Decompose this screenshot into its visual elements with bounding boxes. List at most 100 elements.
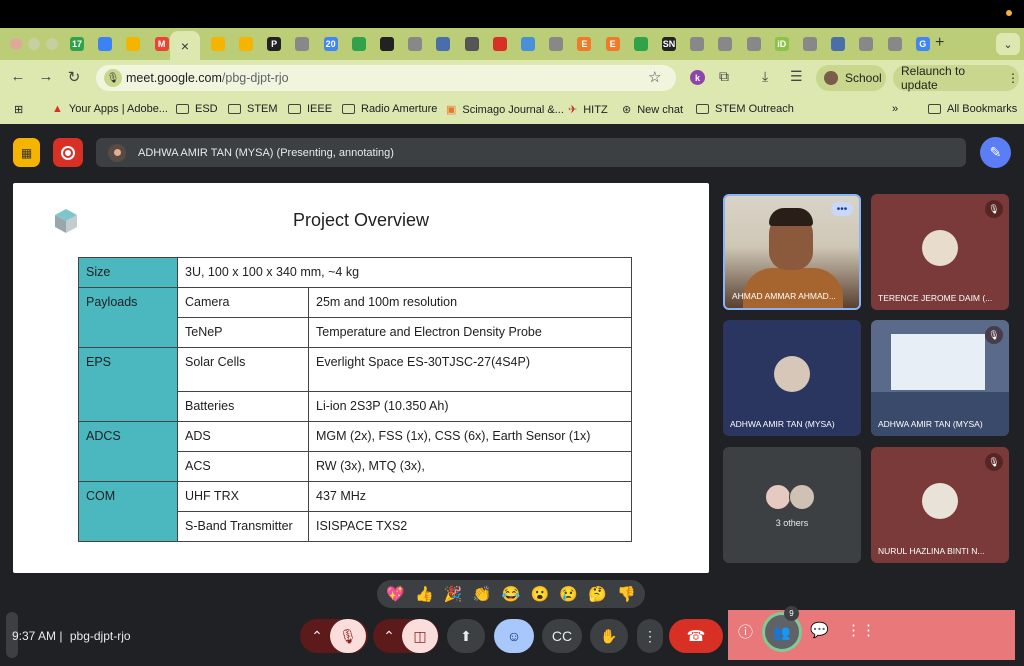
bookmark-item[interactable]: IEEE (288, 103, 332, 115)
bookmark-item[interactable]: ESD (176, 103, 218, 115)
more-options-button[interactable]: ⋮ (637, 619, 663, 653)
reaction-emoji[interactable]: 👏 (473, 585, 492, 603)
back-button[interactable]: ← (8, 68, 28, 85)
tab-icon (887, 37, 902, 51)
url-text[interactable]: meet.google.com/pbg-djpt-rjo (126, 71, 289, 85)
tab-23[interactable] (741, 33, 767, 55)
tab-20[interactable]: SN (656, 33, 682, 55)
participant-tile-nurul[interactable]: 🎙 NURUL HAZLINA BINTI N... (871, 447, 1009, 563)
stop-presenting-button[interactable]: ▦ (13, 138, 40, 167)
tab-10[interactable] (374, 33, 400, 55)
bookmark-item[interactable]: STEM (228, 103, 278, 115)
apps-grid-icon[interactable]: ⊞ (14, 103, 23, 116)
media-control-icon[interactable]: ☰ (790, 68, 803, 85)
bookmarks-overflow-button[interactable]: » (892, 103, 898, 115)
site-info-icon[interactable]: 🎙 (104, 69, 122, 87)
tab-11[interactable] (402, 33, 428, 55)
slides-icon (126, 37, 141, 51)
activities-grid-icon[interactable]: ⋮⋮ (846, 621, 876, 639)
participant-tile-others[interactable]: 3 others (723, 447, 861, 563)
tab-25[interactable] (797, 33, 823, 55)
tab-16[interactable] (543, 33, 569, 55)
tab-6[interactable]: P (261, 33, 287, 55)
camera-options-chevron-icon[interactable]: ⌃ (378, 619, 400, 653)
reload-button[interactable]: ↻ (64, 68, 84, 86)
bookmark-item[interactable]: Radio Amerture (342, 103, 437, 115)
participant-tile-ahmad[interactable]: ••• AHMAD AMMAR AHMAD... (723, 194, 861, 310)
reaction-emoji[interactable]: 😢 (559, 585, 578, 603)
reaction-emoji[interactable]: 👍 (415, 585, 434, 603)
bookmark-item[interactable]: ✈ HITZ (568, 103, 608, 117)
zoom-window-button[interactable] (46, 38, 58, 50)
tab-22[interactable] (712, 33, 738, 55)
participant-tile-terence[interactable]: 🎙 TERENCE JEROME DAIM (... (871, 194, 1009, 310)
tab-search-button[interactable]: ⌄ (996, 33, 1020, 55)
bookmark-item[interactable]: STEM Outreach (696, 103, 794, 115)
minimize-window-button[interactable] (28, 38, 40, 50)
tab-7[interactable] (289, 33, 315, 55)
download-icon[interactable]: ⤓ (762, 68, 768, 85)
participant-tile-adhwa-room[interactable]: 🎙 ADHWA AMIR TAN (MYSA) (871, 320, 1009, 436)
relaunch-button[interactable]: Relaunch to update ⋮ (893, 64, 1019, 92)
meeting-details-icon[interactable]: ⓘ (738, 621, 753, 642)
presenter-bar[interactable]: ADHWA AMIR TAN (MYSA) (Presenting, annot… (96, 138, 966, 167)
tab-4[interactable] (205, 33, 231, 55)
reaction-emoji[interactable]: 💖 (386, 585, 405, 603)
extensions-puzzle-icon[interactable]: ⧉ (719, 68, 729, 85)
tab-12[interactable] (430, 33, 456, 55)
reaction-emoji[interactable]: 🎉 (444, 585, 463, 603)
tab-28[interactable] (882, 33, 908, 55)
tab-19[interactable] (628, 33, 654, 55)
tab-5[interactable] (233, 33, 259, 55)
tab-2[interactable] (120, 33, 146, 55)
reaction-emoji[interactable]: 😮 (530, 585, 549, 603)
all-bookmarks[interactable]: All Bookmarks (928, 103, 1017, 115)
tab-24[interactable]: iD (769, 33, 795, 55)
reaction-emoji[interactable]: 👎 (617, 585, 636, 603)
tab-14[interactable] (487, 33, 513, 55)
more-options-icon[interactable]: ••• (831, 202, 853, 216)
mic-options-chevron-icon[interactable]: ⌃ (306, 619, 328, 653)
emoji-button[interactable]: ☺ (494, 619, 534, 653)
tab-13[interactable] (459, 33, 485, 55)
tab-17[interactable]: E (571, 33, 597, 55)
bookmark-item[interactable]: ▲ Your Apps | Adobe... (52, 103, 168, 115)
forward-button[interactable]: → (36, 68, 56, 85)
close-tab-icon[interactable]: × (181, 38, 189, 54)
tab-21[interactable] (684, 33, 710, 55)
participant-name: AHMAD AMMAR AHMAD... (732, 291, 836, 301)
record-icon (61, 145, 75, 160)
camera-off-button[interactable]: ◫ (402, 619, 438, 653)
participant-tile-adhwa[interactable]: ADHWA AMIR TAN (MYSA) (723, 320, 861, 436)
kebab-menu-icon[interactable]: ⋮ (1007, 71, 1019, 85)
extension-k-icon[interactable]: k (690, 70, 705, 85)
gmail-icon: M (154, 37, 169, 51)
tab-0[interactable]: 17 (64, 33, 90, 55)
captions-button[interactable]: CC (542, 619, 582, 653)
bookmark-item[interactable]: ⊛ New chat (622, 103, 683, 117)
tab-26[interactable] (825, 33, 851, 55)
tab-15[interactable] (515, 33, 541, 55)
tab-1[interactable] (92, 33, 118, 55)
tab-active-meet[interactable]: × (170, 31, 200, 60)
close-window-button[interactable] (10, 38, 22, 50)
new-tab-button[interactable]: + (935, 34, 944, 52)
tab-18[interactable]: E (600, 33, 626, 55)
raise-hand-button[interactable]: ✋ (590, 619, 628, 653)
annotate-pen-button[interactable]: ✎ (980, 137, 1011, 168)
profile-button[interactable]: School (816, 65, 886, 91)
leave-call-button[interactable]: ☎ (669, 619, 723, 653)
microphone-off-button[interactable]: 🎙 (330, 619, 366, 653)
tab-8[interactable]: 20 (318, 33, 344, 55)
reaction-emoji[interactable]: 😂 (502, 585, 521, 603)
tab-27[interactable] (853, 33, 879, 55)
chat-icon[interactable]: 💬 (810, 621, 829, 639)
tab-29[interactable]: G (910, 33, 936, 55)
bookmark-star-icon[interactable]: ☆ (648, 68, 661, 86)
reaction-emoji[interactable]: 🤔 (588, 585, 607, 603)
present-screen-button[interactable]: ⬆ (447, 619, 485, 653)
tab-9[interactable] (346, 33, 372, 55)
bookmark-item[interactable]: ▣ Scimago Journal &... (446, 103, 564, 117)
item-cell: UHF TRX (177, 481, 309, 512)
recording-button[interactable] (53, 138, 83, 167)
